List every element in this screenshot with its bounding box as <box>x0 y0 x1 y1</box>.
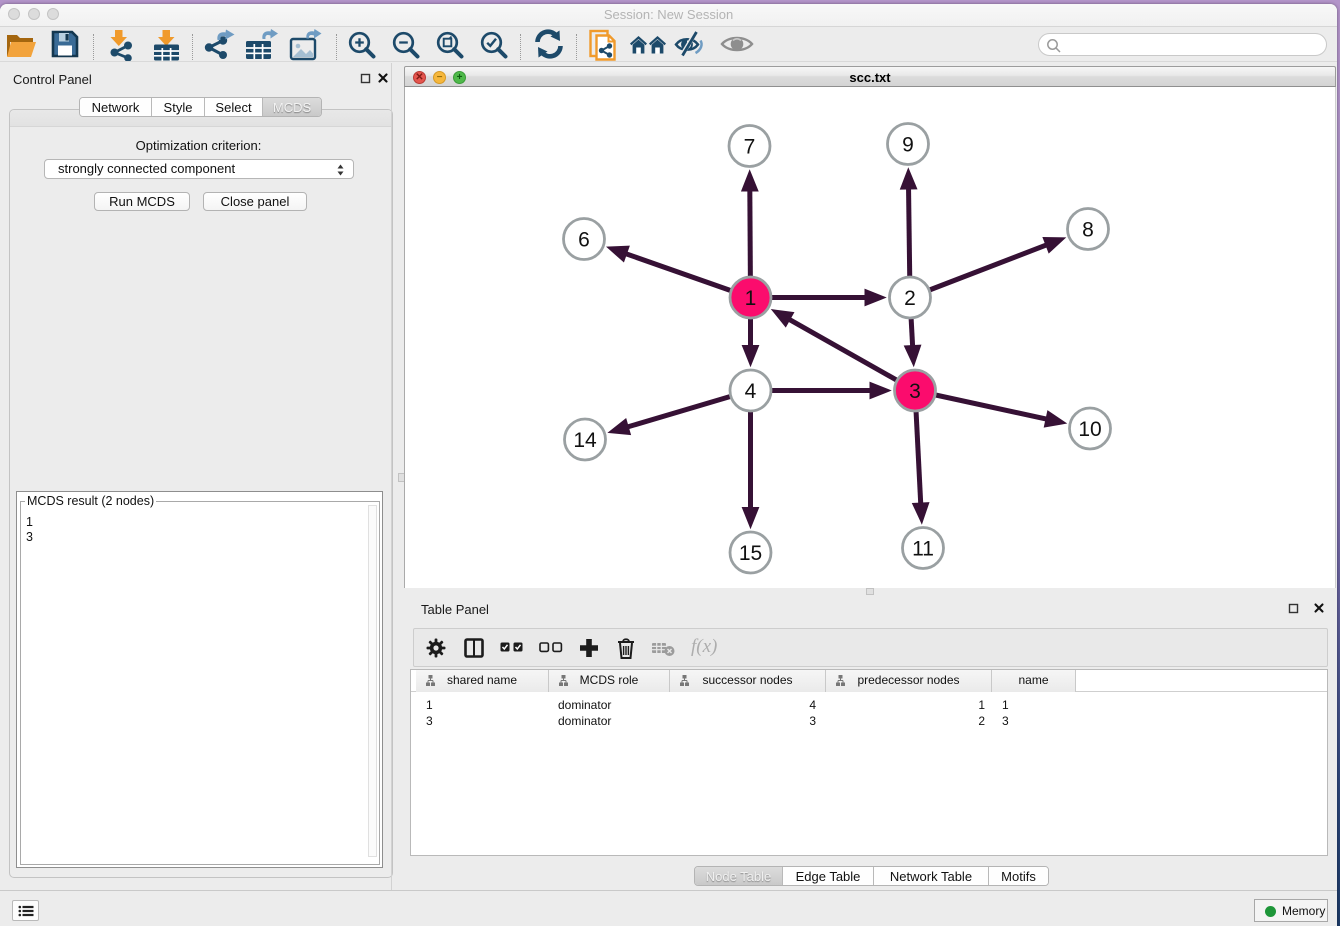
svg-text:15: 15 <box>739 542 762 565</box>
svg-text:4: 4 <box>745 380 757 403</box>
svg-text:14: 14 <box>573 429 597 452</box>
svg-text:10: 10 <box>1078 418 1101 441</box>
svg-text:11: 11 <box>912 538 934 561</box>
svg-text:2: 2 <box>904 287 916 310</box>
svg-text:8: 8 <box>1082 219 1094 242</box>
svg-text:1: 1 <box>745 287 757 310</box>
svg-text:7: 7 <box>744 136 756 159</box>
svg-text:9: 9 <box>902 134 914 157</box>
svg-text:3: 3 <box>909 380 921 403</box>
svg-text:6: 6 <box>578 229 590 252</box>
